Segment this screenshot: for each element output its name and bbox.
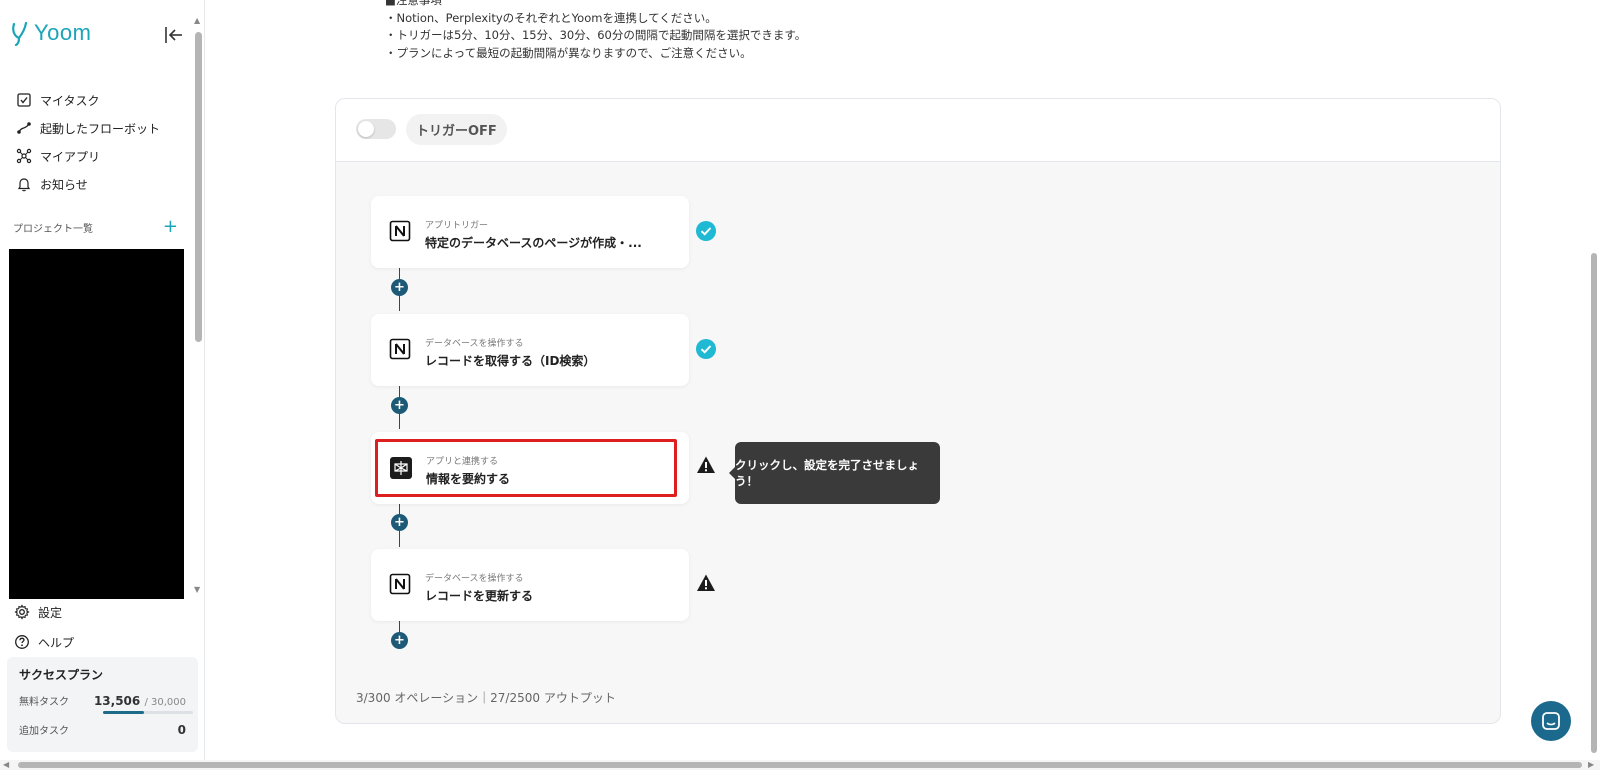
help-icon: [15, 635, 29, 649]
notion-icon: [389, 220, 411, 242]
trigger-toggle[interactable]: [356, 119, 396, 139]
nav-item-label: ヘルプ: [38, 635, 75, 650]
perplexity-icon: [390, 457, 412, 479]
extra-tasks-row: 追加タスク 0: [19, 722, 186, 737]
nav-item-my-apps[interactable]: マイアプリ: [16, 142, 160, 170]
bell-icon: [17, 178, 31, 192]
trigger-status-label: トリガーOFF: [406, 113, 507, 145]
nav-item-label: マイタスク: [40, 93, 100, 108]
yoom-logo-icon: [12, 21, 28, 46]
step-type: データベースを操作する: [425, 574, 524, 584]
chat-icon: [1542, 712, 1560, 730]
horizontal-scroll-thumb[interactable]: [18, 762, 1582, 768]
nav-item-label: 起動したフローボット: [40, 121, 161, 136]
setup-tooltip: クリックし、設定を完了させましょう！: [729, 442, 940, 504]
step-title: 情報を要約する: [426, 472, 511, 486]
gear-icon: [14, 604, 30, 620]
notes-heading: ■注意事項: [385, 0, 442, 7]
yoom-logo[interactable]: Yoom: [10, 20, 91, 46]
trigger-toggle-group: トリガーOFF: [356, 113, 507, 145]
app-name: Yoom: [34, 20, 92, 45]
step-type: データベースを操作する: [425, 339, 524, 349]
flow-step-trigger[interactable]: アプリトリガー 特定のデータベースのページが作成・...: [371, 196, 689, 268]
notes-line: ・プランによって最短の起動間隔が異なりますので、ご注意ください。: [385, 45, 752, 60]
nav-item-launched-flowbots[interactable]: 起動したフローボット: [16, 114, 160, 142]
scroll-left-icon[interactable]: ◀: [3, 760, 9, 769]
add-step-button[interactable]: +: [391, 632, 408, 649]
notes: ■注意事項 ・Notion、PerplexityのそれぞれとYoomを連携してく…: [385, 0, 806, 62]
plan-title: サクセスプラン: [19, 668, 104, 682]
nav-item-label: お知らせ: [40, 177, 88, 192]
projects-label: プロジェクト一覧: [13, 223, 93, 235]
notes-line: ・Notion、PerplexityのそれぞれとYoomを連携してください。: [385, 10, 717, 25]
step-title: 特定のデータベースのページが作成・...: [425, 236, 642, 250]
free-tasks-value: 13,506 / 30,000: [93, 694, 186, 708]
flow-step-summarize[interactable]: アプリと連携する 情報を要約する: [375, 439, 677, 497]
check-icon: [696, 339, 716, 359]
add-step-button[interactable]: +: [391, 514, 408, 531]
warning-icon: [697, 574, 715, 591]
nav-item-label: 設定: [38, 605, 63, 620]
plan-card: サクセスプラン 無料タスク 13,506 / 30,000 追加タスク 0: [7, 657, 198, 752]
flow-step-update-record[interactable]: データベースを操作する レコードを更新する: [371, 549, 689, 621]
main-nav: マイタスク 起動したフローボット マイアプリ お知らせ: [16, 86, 160, 198]
nav-item-settings[interactable]: 設定: [14, 597, 74, 627]
usage-stats: 3/300 オペレーション｜27/2500 アウトプット: [356, 691, 616, 705]
add-step-button[interactable]: +: [391, 279, 408, 296]
toggle-knob: [358, 121, 374, 137]
free-tasks-progress: [103, 711, 193, 714]
nav-item-my-tasks[interactable]: マイタスク: [16, 86, 160, 114]
scroll-down-icon[interactable]: ▼: [194, 585, 200, 594]
projects-header: プロジェクト一覧 +: [13, 218, 178, 236]
free-tasks-progress-fill: [103, 711, 144, 714]
free-tasks-row: 無料タスク 13,506 / 30,000: [19, 693, 186, 708]
notion-icon: [389, 573, 411, 595]
sidebar-scrollbar[interactable]: [195, 32, 202, 342]
sidebar: Yoom マイタスク 起動したフローボット マイアプリ お知らせ プロジェクト一…: [0, 0, 205, 760]
notion-icon: [389, 338, 411, 360]
step-title: レコードを更新する: [425, 589, 534, 603]
horizontal-scrollbar[interactable]: ◀ ▶: [0, 760, 1600, 770]
flow-icon: [17, 122, 31, 134]
bottom-nav: 設定 ヘルプ: [14, 597, 74, 657]
project-list-redacted: [9, 249, 184, 599]
nav-item-notifications[interactable]: お知らせ: [16, 170, 160, 198]
flow-card-header: トリガーOFF: [336, 99, 1500, 162]
extra-tasks-value: 0: [177, 723, 186, 737]
chat-support-button[interactable]: [1531, 701, 1571, 741]
collapse-sidebar-icon[interactable]: [163, 24, 185, 46]
step-type: アプリトリガー: [425, 221, 489, 231]
tooltip-text: クリックし、設定を完了させましょう！: [735, 458, 919, 488]
scroll-right-icon[interactable]: ▶: [1588, 760, 1594, 769]
add-project-icon[interactable]: +: [163, 218, 178, 236]
apps-icon: [16, 148, 32, 164]
nav-item-label: マイアプリ: [40, 149, 101, 164]
warning-icon: [697, 456, 715, 473]
page-scrollbar[interactable]: [1591, 253, 1597, 753]
notes-line: ・トリガーは5分、10分、15分、30分、60分の間隔で起動間隔を選択できます。: [385, 28, 807, 42]
flow-card: トリガーOFF アプリトリガー 特定のデータベースのページが作成・... + デ…: [335, 98, 1501, 724]
step-type: アプリと連携する: [426, 457, 499, 467]
check-icon: [696, 221, 716, 241]
free-tasks-label: 無料タスク: [19, 697, 69, 708]
flow-step-get-record[interactable]: データベースを操作する レコードを取得する（ID検索）: [371, 314, 689, 386]
extra-tasks-label: 追加タスク: [19, 726, 69, 737]
add-step-button[interactable]: +: [391, 397, 408, 414]
scroll-up-icon[interactable]: ▲: [194, 16, 200, 25]
nav-item-help[interactable]: ヘルプ: [14, 627, 74, 657]
step-title: レコードを取得する（ID検索）: [425, 354, 596, 368]
checkbox-icon: [17, 93, 31, 107]
